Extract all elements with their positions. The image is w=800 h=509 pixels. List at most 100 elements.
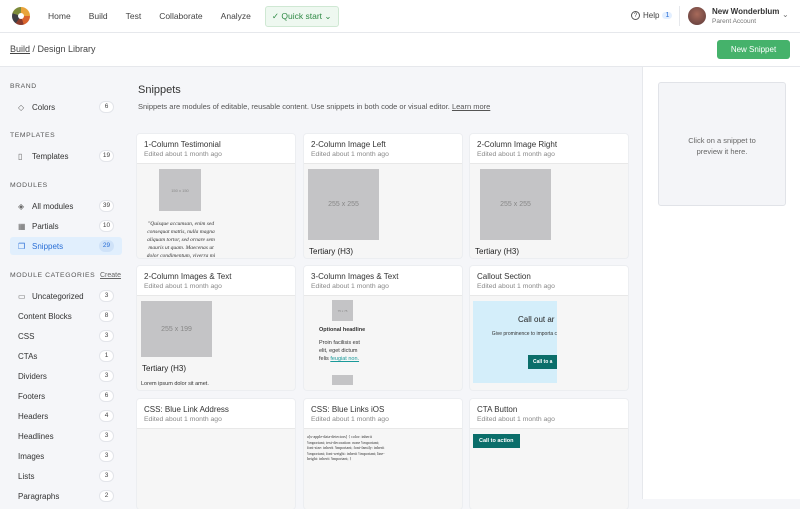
callout-cta: Call to a: [528, 355, 557, 369]
nav-test[interactable]: Test: [126, 11, 142, 21]
sidebar-item-snippets[interactable]: ❐ Snippets 29: [10, 237, 122, 255]
card-title: Callout Section: [477, 272, 531, 281]
check-circle-icon: ✓: [271, 10, 282, 21]
preview-heading: Tertiary (H3): [142, 364, 187, 373]
card-edited: Edited about 1 month ago: [311, 416, 389, 423]
sidebar-item-all-modules[interactable]: ◈ All modules 39: [10, 197, 122, 215]
sidebar-category-item[interactable]: Headers 4: [10, 407, 122, 425]
chevron-down-icon: ⌄: [322, 10, 332, 21]
card-title: 2-Column Images & Text: [144, 272, 232, 281]
card-edited: Edited about 1 month ago: [144, 416, 222, 423]
card-title: CSS: Blue Links iOS: [311, 405, 385, 414]
label: Partials: [32, 221, 59, 231]
account-chevron-icon[interactable]: ⌄: [782, 10, 789, 19]
count-badge: 6: [99, 101, 114, 113]
label: CTAs: [18, 351, 38, 361]
image-placeholder: 150 x 150: [159, 169, 201, 211]
account-name[interactable]: New Wonderblum: [712, 7, 779, 16]
learn-more-link[interactable]: Learn more: [452, 102, 490, 111]
image-placeholder: 255 x 255: [480, 169, 551, 240]
label: Footers: [18, 391, 46, 401]
sidebar-category-item[interactable]: Headlines 3: [10, 427, 122, 445]
section-brand: BRAND: [10, 83, 37, 90]
account-type: Parent Account: [712, 18, 757, 25]
label: Headers: [18, 411, 49, 421]
avatar[interactable]: [688, 7, 706, 25]
nav-collaborate[interactable]: Collaborate: [159, 11, 202, 21]
sidebar-category-item[interactable]: Dividers 3: [10, 367, 122, 385]
image-placeholder: 255 x 199: [141, 301, 212, 357]
count-badge: 6: [99, 390, 114, 402]
card-title: CTA Button: [477, 405, 518, 414]
label: Images: [18, 451, 45, 461]
nav-home[interactable]: Home: [48, 11, 71, 21]
snippet-card[interactable]: 3-Column Images & Text Edited about 1 mon…: [304, 266, 462, 390]
sidebar-category-item[interactable]: CTAs 1: [10, 347, 122, 365]
card-edited: Edited about 1 month ago: [144, 283, 222, 290]
card-edited: Edited about 1 month ago: [477, 283, 555, 290]
count-badge: 2: [99, 490, 114, 502]
preview-heading: Tertiary (H3): [475, 247, 520, 256]
sidebar-item-templates[interactable]: ▯ Templates 19: [10, 147, 122, 165]
card-edited: Edited about 1 month ago: [477, 151, 555, 158]
label: Paragraphs: [18, 491, 60, 501]
label: Snippets: [32, 241, 64, 251]
sidebar-category-item[interactable]: Images 3: [10, 447, 122, 465]
logo[interactable]: [12, 7, 30, 25]
snippet-card[interactable]: CTA Button Edited about 1 month ago Call …: [470, 399, 628, 509]
count-badge: 4: [99, 410, 114, 422]
snippet-card[interactable]: CSS: Blue Link Address Edited about 1 mon…: [137, 399, 295, 509]
nav-build[interactable]: Build: [89, 11, 108, 21]
label: Templates: [32, 151, 69, 161]
count-badge: 29: [99, 240, 114, 252]
quick-start-button[interactable]: ✓ Quick start ⌄: [264, 5, 339, 27]
card-title: 1-Column Testimonial: [144, 140, 221, 149]
count-badge: 3: [99, 370, 114, 382]
snippet-card[interactable]: 2-Column Image Right Edited about 1 month…: [470, 134, 628, 258]
count-badge: 3: [99, 330, 114, 342]
card-edited: Edited about 1 month ago: [311, 151, 389, 158]
snippet-card[interactable]: 2-Column Images & Text Edited about 1 mon…: [137, 266, 295, 390]
sidebar-category-item[interactable]: Content Blocks 8: [10, 307, 122, 325]
preview-heading: Tertiary (H3): [309, 247, 354, 256]
snippet-card[interactable]: CSS: Blue Links iOS Edited about 1 month …: [304, 399, 462, 509]
preview-heading: Optional headline: [319, 327, 366, 333]
divider: [679, 6, 680, 26]
card-edited: Edited about 1 month ago: [144, 151, 222, 158]
drop-icon: ◇: [18, 102, 25, 112]
copy-icon: ❐: [18, 241, 26, 251]
callout-preview: Call out ar Give prominence to importa c…: [473, 301, 557, 383]
sidebar-category-item[interactable]: Footers 6: [10, 387, 122, 405]
create-category-link[interactable]: Create: [100, 272, 121, 279]
label: Colors: [32, 102, 56, 112]
sidebar-category-item[interactable]: Lists 3: [10, 467, 122, 485]
code-preview: a[x-apple-data-detectors] { color: inher…: [307, 434, 385, 461]
sidebar: BRAND ◇ Colors 6 TEMPLATES ▯ Templates 19 MO…: [0, 67, 130, 502]
new-snippet-button[interactable]: New Snippet: [717, 40, 790, 59]
count-badge: 1: [99, 350, 114, 362]
count-badge: 3: [99, 450, 114, 462]
sidebar-item-partials[interactable]: ▦ Partials 10: [10, 217, 122, 235]
sidebar-category-item[interactable]: Paragraphs 2: [10, 487, 122, 505]
sidebar-category-item[interactable]: ▭ Uncategorized 3: [10, 287, 122, 305]
snippet-card[interactable]: 1-Column Testimonial Edited about 1 month…: [137, 134, 295, 258]
help-icon: ?: [631, 11, 640, 20]
callout-text: Give prominence to importa callout se: [491, 331, 557, 337]
breadcrumb: Build / Design Library: [10, 44, 96, 54]
image-placeholder: 255 x 255: [308, 169, 379, 240]
help-button[interactable]: ? Help 1: [631, 11, 673, 20]
inbox-icon: ▭: [18, 291, 26, 301]
snippet-card[interactable]: 2-Column Image Left Edited about 1 month …: [304, 134, 462, 258]
sidebar-category-item[interactable]: CSS 3: [10, 327, 122, 345]
sidebar-item-colors[interactable]: ◇ Colors 6: [10, 98, 122, 116]
page-title: Snippets: [138, 84, 181, 96]
image-placeholder: 75 x 75: [332, 300, 353, 321]
nav-analyze[interactable]: Analyze: [221, 11, 251, 21]
testimonial-text: "Quisque accumsan, enim sed consequat ma…: [146, 221, 216, 258]
card-title: 3-Column Images & Text: [311, 272, 399, 281]
breadcrumb-build-link[interactable]: Build: [10, 44, 30, 54]
preview-text: Lorem ipsum dolor sit amet.: [141, 381, 209, 387]
image-placeholder: [332, 375, 353, 385]
snippet-card[interactable]: Callout Section Edited about 1 month ago …: [470, 266, 628, 390]
count-badge: 8: [99, 310, 114, 322]
